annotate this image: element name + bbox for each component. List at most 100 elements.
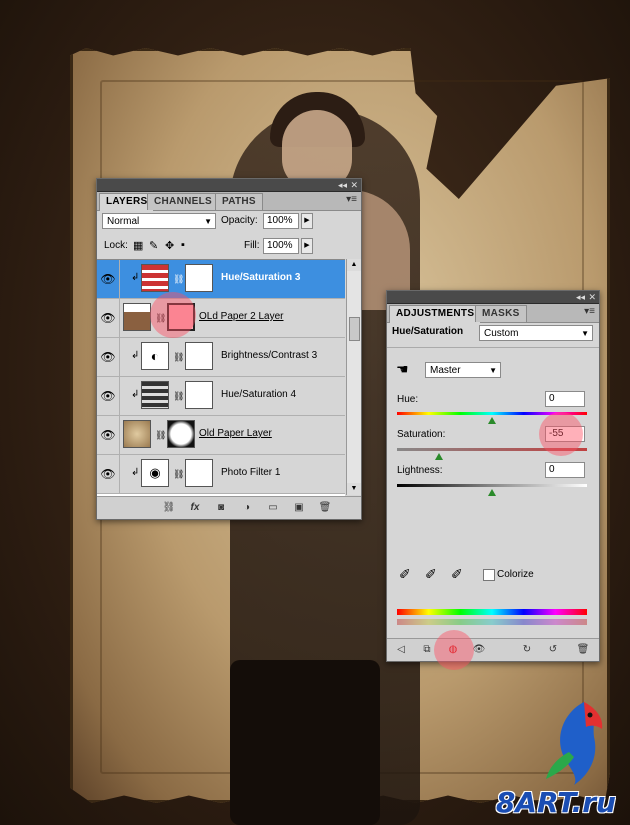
layer-name[interactable]: Hue/Saturation 4 (221, 389, 296, 400)
panel-menu-icon[interactable]: ▾≡ (346, 194, 357, 205)
mask-thumbnail[interactable] (185, 381, 213, 409)
targeted-adjustment-icon[interactable]: ☚ (396, 361, 409, 378)
new-adjustment-icon[interactable]: ◑ (239, 501, 255, 515)
eye-icon[interactable]: 👁 (97, 377, 120, 415)
lock-position-icon[interactable]: ✥ (165, 239, 174, 252)
saturation-slider-thumb[interactable] (435, 453, 443, 460)
hue-slider-thumb[interactable] (488, 417, 496, 424)
mask-thumbnail[interactable] (185, 342, 213, 370)
woman-legs (230, 660, 380, 825)
adjustments-panel-titlebar[interactable]: ◂◂ ✕ (387, 291, 599, 304)
lock-transparent-icon[interactable]: ▦ (133, 239, 143, 252)
view-previous-icon[interactable]: ↻ (519, 643, 535, 657)
saturation-label: Saturation: (397, 429, 446, 440)
reset-icon[interactable]: ↺ (545, 643, 561, 657)
eye-icon[interactable]: 👁 (97, 338, 120, 376)
layers-scrollbar[interactable]: ▲ ▼ (346, 259, 361, 495)
eye-icon[interactable]: 👁 (97, 299, 120, 337)
lightness-field[interactable]: 0 (545, 462, 585, 478)
add-mask-icon[interactable]: ◙ (213, 501, 229, 515)
layers-footer: ⛓ fx ◙ ◑ ▭ ▣ 🗑 (97, 496, 361, 519)
layer-row[interactable]: 👁 ↲ ⛓ Hue/Saturation 3 (97, 260, 345, 299)
trash-icon[interactable]: 🗑 (317, 501, 333, 515)
eyedropper-minus-icon[interactable]: ✐ (451, 566, 463, 583)
fill-stepper[interactable]: ▶ (301, 238, 313, 254)
close-icon[interactable]: ✕ (350, 179, 358, 191)
colorize-label: Colorize (497, 569, 534, 580)
clip-arrow-icon: ↲ (131, 467, 140, 478)
mask-thumbnail[interactable] (185, 459, 213, 487)
opacity-field[interactable]: 100% (263, 213, 299, 229)
tab-adjustments[interactable]: ADJUSTMENTS (389, 305, 482, 323)
scroll-up-icon[interactable]: ▲ (347, 259, 361, 271)
link-icon: ⛓ (173, 352, 185, 362)
link-layers-icon[interactable]: ⛓ (161, 501, 177, 515)
collapse-icon[interactable]: ◂◂ (576, 291, 585, 303)
layer-name[interactable]: Old Paper Layer (199, 428, 272, 439)
lock-all-icon[interactable]: ▪ (181, 239, 185, 251)
mask-thumbnail[interactable] (167, 420, 195, 448)
brightness-contrast-icon[interactable]: ◐ (141, 342, 169, 370)
eye-icon[interactable]: 👁 (97, 260, 120, 298)
expanded-view-icon[interactable]: ⧉ (419, 643, 435, 657)
layer-row[interactable]: 👁 ↲ ⛓ Hue/Saturation 4 (97, 377, 345, 416)
scroll-thumb[interactable] (349, 317, 360, 341)
mask-thumbnail[interactable] (185, 264, 213, 292)
opacity-stepper[interactable]: ▶ (301, 213, 313, 229)
fill-field[interactable]: 100% (263, 238, 299, 254)
layer-thumbnail[interactable] (123, 420, 151, 448)
preset-select[interactable]: Custom ▼ (479, 325, 593, 341)
parrot-logo-icon (546, 702, 603, 785)
tab-paths[interactable]: PATHS (215, 193, 263, 210)
layer-thumbnail[interactable] (123, 303, 151, 331)
lightness-slider[interactable] (397, 484, 587, 487)
lightness-slider-thumb[interactable] (488, 489, 496, 496)
back-arrow-icon[interactable]: ◁ (393, 643, 409, 657)
chevron-down-icon: ▼ (581, 329, 589, 338)
adjustment-thumbnail[interactable] (141, 264, 169, 292)
input-color-bar (397, 609, 587, 615)
eyedropper-plus-icon[interactable]: ✐ (425, 566, 437, 583)
chevron-down-icon: ▼ (489, 366, 497, 375)
hue-field[interactable]: 0 (545, 391, 585, 407)
trash-icon[interactable]: 🗑 (575, 643, 591, 657)
highlight-clip-marker (434, 630, 474, 670)
close-icon[interactable]: ✕ (588, 291, 596, 303)
tab-masks[interactable]: MASKS (475, 305, 527, 322)
layer-row[interactable]: 👁 ↲ ◐ ⛓ Brightness/Contrast 3 (97, 338, 345, 377)
eyedropper-icon[interactable]: ✐ (399, 566, 411, 583)
link-icon: ⛓ (173, 274, 185, 284)
fill-label: Fill: (244, 240, 260, 251)
lock-image-icon[interactable]: ✎ (149, 239, 158, 252)
layer-name[interactable]: Hue/Saturation 3 (221, 272, 300, 283)
layer-row[interactable]: 👁 ⛓ Old Paper Layer (97, 416, 345, 455)
colorize-checkbox[interactable] (483, 569, 495, 581)
new-layer-icon[interactable]: ▣ (291, 501, 307, 515)
scroll-down-icon[interactable]: ▼ (347, 483, 361, 495)
clip-arrow-icon: ↲ (131, 350, 140, 361)
layer-name[interactable]: Brightness/Contrast 3 (221, 350, 317, 361)
tab-channels[interactable]: CHANNELS (147, 193, 219, 210)
adjustment-thumbnail[interactable] (141, 381, 169, 409)
layer-row[interactable]: 👁 ↲ ◉ ⛓ Photo Filter 1 (97, 455, 345, 494)
photo-filter-icon[interactable]: ◉ (141, 459, 169, 487)
layers-panel-titlebar[interactable]: ◂◂ ✕ (97, 179, 361, 192)
lock-label: Lock: (104, 240, 128, 251)
link-icon: ⛓ (173, 391, 185, 401)
new-group-icon[interactable]: ▭ (265, 501, 281, 515)
watermark-text: 8ART.ru (495, 786, 616, 819)
layer-row[interactable]: 👁 ⛓ OLd Paper 2 Layer (97, 299, 345, 338)
blend-mode-value: Normal (107, 216, 140, 227)
layer-name[interactable]: Photo Filter 1 (221, 467, 280, 478)
blend-mode-select[interactable]: Normal ▼ (102, 213, 216, 229)
panel-menu-icon[interactable]: ▾≡ (584, 306, 595, 317)
eye-icon[interactable]: 👁 (97, 416, 120, 454)
layer-style-icon[interactable]: fx (187, 501, 203, 515)
collapse-icon[interactable]: ◂◂ (338, 179, 347, 191)
layer-name[interactable]: OLd Paper 2 Layer (199, 311, 284, 322)
clip-arrow-icon: ↲ (131, 389, 140, 400)
channel-select[interactable]: Master ▼ (425, 362, 501, 378)
layers-panel: ◂◂ ✕ LAYERS CHANNELS PATHS ▾≡ Normal ▼ O… (96, 178, 362, 520)
eye-icon[interactable]: 👁 (97, 455, 120, 493)
layers-tabs: LAYERS CHANNELS PATHS ▾≡ (97, 192, 361, 211)
